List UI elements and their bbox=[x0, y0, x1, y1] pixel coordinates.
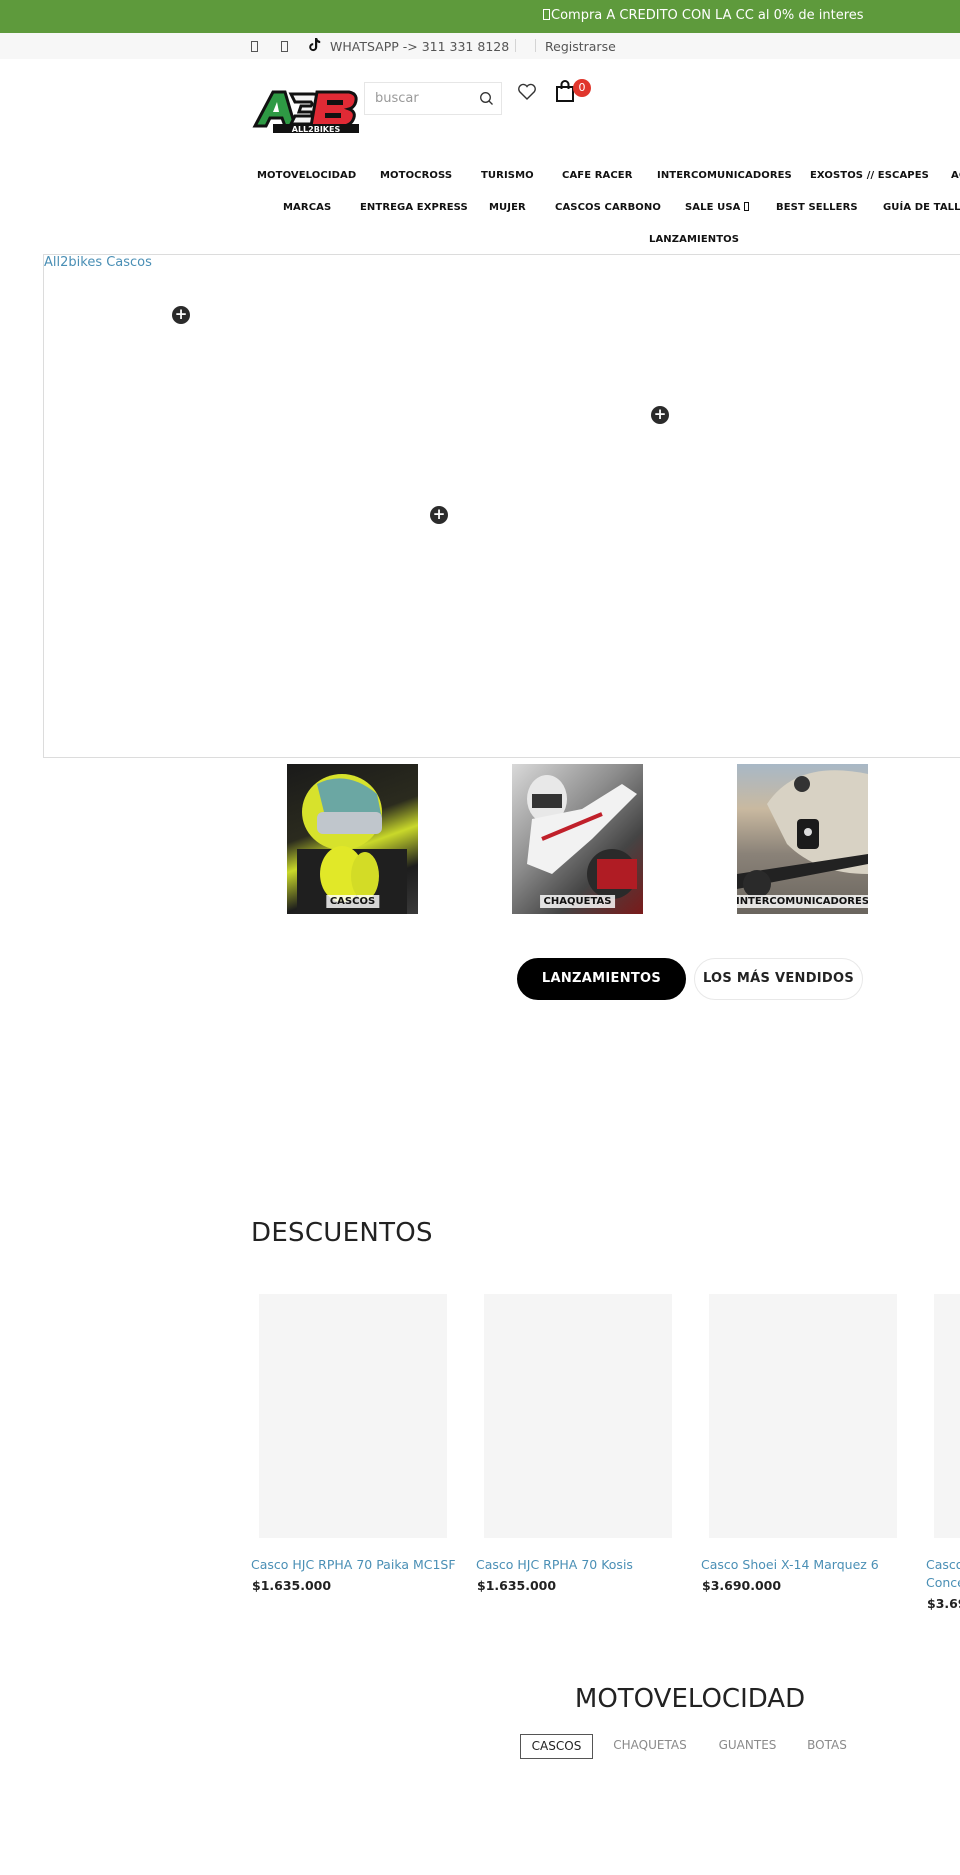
wishlist-heart-icon[interactable] bbox=[517, 83, 537, 105]
register-link[interactable]: Registrarse bbox=[545, 39, 616, 54]
shopping-bag-icon[interactable] bbox=[555, 80, 575, 106]
section-title-motovelocidad: MOTOVELOCIDAD bbox=[574, 1684, 806, 1714]
search-input[interactable] bbox=[365, 83, 475, 114]
nav-item-intercomunicadores[interactable]: INTERCOMUNICADORES bbox=[657, 170, 792, 181]
tab-lanzamientos[interactable]: LANZAMIENTOS bbox=[517, 958, 686, 1000]
nav-item-best-sellers[interactable]: BEST SELLERS bbox=[776, 202, 858, 213]
product-price: $1.635.000 bbox=[477, 1578, 557, 1593]
category-tile-cascos[interactable]: CASCOS bbox=[287, 764, 418, 914]
search-icon[interactable] bbox=[479, 91, 494, 110]
product-image-placeholder[interactable] bbox=[934, 1294, 960, 1538]
hotspot-plus-icon[interactable]: + bbox=[430, 506, 448, 524]
category-tile-intercomunicadores[interactable]: INTERCOMUNICADORES bbox=[737, 764, 868, 914]
product-name-link[interactable]: Casco HJC RPHA 70 Paika MC1SF bbox=[251, 1556, 471, 1574]
svg-text:ALL2BIKES: ALL2BIKES bbox=[292, 125, 341, 134]
product-image-placeholder[interactable] bbox=[709, 1294, 897, 1538]
nav-item-turismo[interactable]: TURISMO bbox=[481, 170, 534, 181]
nav-item-marcas[interactable]: MARCAS bbox=[283, 202, 331, 213]
category-label: CASCOS bbox=[325, 895, 380, 908]
intercom-helmet-photo bbox=[737, 770, 868, 898]
whatsapp-link[interactable]: WHATSAPP -> 311 331 8128 bbox=[330, 39, 509, 54]
nav-item-guia-de-tallas[interactable]: GUÍA DE TALLAS bbox=[883, 202, 960, 213]
nav-item-cafe-racer[interactable]: CAFE RACER bbox=[562, 170, 633, 181]
hero-banner: All2bikes Cascos + + + bbox=[43, 254, 960, 758]
product-price: $3.690.000 bbox=[702, 1578, 782, 1593]
product-image-placeholder[interactable] bbox=[484, 1294, 672, 1538]
nav-item-sale-usa[interactable]: SALE USA bbox=[685, 202, 750, 213]
nav-item-motocross[interactable]: MOTOCROSS bbox=[380, 170, 452, 181]
tiktok-icon[interactable] bbox=[309, 38, 321, 55]
product-name-link[interactable]: CascoConce bbox=[926, 1556, 960, 1592]
rider-jacket-photo bbox=[527, 775, 637, 899]
product-image-placeholder[interactable] bbox=[259, 1294, 447, 1538]
subtab-chaquetas[interactable]: CHAQUETAS bbox=[605, 1734, 695, 1759]
facebook-icon[interactable] bbox=[251, 39, 259, 54]
hotspot-plus-icon[interactable]: + bbox=[651, 406, 669, 424]
top-utility-bar: WHATSAPP -> 311 331 8128 Registrarse bbox=[0, 33, 960, 59]
cart-count-badge: 0 bbox=[573, 79, 591, 97]
tab-los-mas-vendidos[interactable]: LOS MÁS VENDIDOS bbox=[694, 958, 863, 1000]
category-label: CHAQUETAS bbox=[539, 895, 616, 908]
card-icon bbox=[543, 9, 550, 20]
site-logo[interactable]: ALL2BIKES bbox=[251, 86, 361, 134]
hero-caption[interactable]: All2bikes Cascos bbox=[44, 255, 152, 270]
nav-item-cascos-carbono[interactable]: CASCOS CARBONO bbox=[555, 202, 661, 213]
helmet-photo bbox=[297, 774, 407, 914]
product-price: $3.69 bbox=[927, 1596, 960, 1611]
subtab-guantes[interactable]: GUANTES bbox=[710, 1734, 785, 1759]
promo-bar: Compra A CREDITO CON LA CC al 0% de inte… bbox=[0, 0, 960, 33]
nav-item-lanzamientos[interactable]: LANZAMIENTOS bbox=[649, 234, 739, 245]
nav-item-entrega-express[interactable]: ENTREGA EXPRESS bbox=[360, 202, 468, 213]
product-name-link[interactable]: Casco Shoei X-14 Marquez 6 bbox=[701, 1556, 921, 1574]
category-label: INTERCOMUNICADORES bbox=[737, 895, 868, 908]
instagram-icon[interactable] bbox=[281, 39, 289, 54]
nav-item-motovelocidad[interactable]: MOTOVELOCIDAD bbox=[257, 170, 356, 181]
section-title-descuentos: DESCUENTOS bbox=[251, 1218, 433, 1248]
product-price: $1.635.000 bbox=[252, 1578, 332, 1593]
subtab-cascos[interactable]: CASCOS bbox=[520, 1734, 593, 1759]
nav-item-exostos-escapes[interactable]: EXOSTOS // ESCAPES bbox=[810, 170, 929, 181]
flag-icon bbox=[744, 202, 750, 211]
subtab-botas[interactable]: BOTAS bbox=[798, 1734, 856, 1759]
search-box bbox=[364, 82, 502, 115]
category-tile-chaquetas[interactable]: CHAQUETAS bbox=[512, 764, 643, 914]
divider bbox=[535, 39, 536, 52]
hotspot-plus-icon[interactable]: + bbox=[172, 306, 190, 324]
nav-item-mujer[interactable]: MUJER bbox=[489, 202, 526, 213]
promo-message[interactable]: Compra A CREDITO CON LA CC al 0% de inte… bbox=[543, 8, 864, 23]
divider bbox=[515, 39, 516, 52]
nav-item-accesorios[interactable]: AC bbox=[951, 170, 960, 181]
product-name-link[interactable]: Casco HJC RPHA 70 Kosis bbox=[476, 1556, 696, 1574]
